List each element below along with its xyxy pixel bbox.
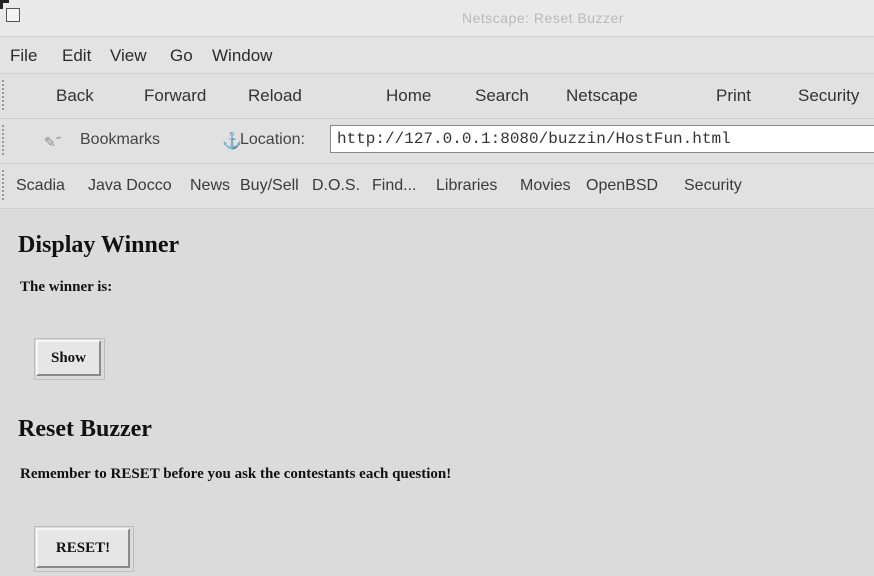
menu-edit[interactable]: Edit: [62, 46, 91, 66]
toolbar-grip[interactable]: [2, 170, 7, 200]
location-toolbar: ✎˝ Bookmarks ⚓ Location:: [0, 119, 874, 164]
bookmark-movies[interactable]: Movies: [520, 177, 571, 195]
page-content: Display Winner The winner is: Show Reset…: [0, 210, 874, 576]
bookmark-java-docco[interactable]: Java Docco: [88, 177, 172, 195]
forward-button[interactable]: Forward: [144, 86, 206, 106]
bookmarks-icon[interactable]: ✎˝: [44, 134, 60, 151]
bookmark-security[interactable]: Security: [684, 177, 742, 195]
bookmarks-button[interactable]: Bookmarks: [80, 131, 160, 149]
window-titlebar: Netscape: Reset Buzzer: [0, 0, 874, 37]
reset-buzzer-heading: Reset Buzzer: [18, 416, 152, 442]
menu-view[interactable]: View: [110, 46, 147, 66]
location-label: Location:: [240, 131, 305, 148]
bookmark-openbsd[interactable]: OpenBSD: [586, 177, 658, 195]
bookmark-libraries[interactable]: Libraries: [436, 177, 497, 195]
reset-note: Remember to RESET before you ask the con…: [20, 466, 452, 482]
bookmark-find[interactable]: Find...: [372, 177, 416, 195]
print-button[interactable]: Print: [716, 86, 751, 106]
menu-bar: File Edit View Go Window: [0, 37, 874, 74]
bookmark-dos[interactable]: D.O.S.: [312, 177, 360, 195]
toolbar-grip[interactable]: [2, 125, 7, 155]
back-button[interactable]: Back: [56, 86, 94, 106]
menu-window[interactable]: Window: [212, 46, 272, 66]
netscape-button[interactable]: Netscape: [566, 86, 638, 106]
window-title: Netscape: Reset Buzzer: [462, 10, 624, 26]
window-box-icon[interactable]: [6, 8, 20, 22]
menu-file[interactable]: File: [10, 46, 37, 66]
reload-button[interactable]: Reload: [248, 86, 302, 106]
personal-toolbar: Scadia Java Docco News Buy/Sell D.O.S. F…: [0, 164, 874, 209]
security-button[interactable]: Security: [798, 86, 859, 106]
show-button[interactable]: Show: [36, 340, 101, 376]
display-winner-heading: Display Winner: [18, 232, 180, 258]
bookmark-scadia[interactable]: Scadia: [16, 177, 65, 195]
location-icon[interactable]: ⚓: [222, 131, 242, 151]
home-button[interactable]: Home: [386, 86, 431, 106]
bookmark-news[interactable]: News: [190, 177, 230, 195]
url-input[interactable]: [330, 125, 874, 153]
search-button[interactable]: Search: [475, 86, 529, 106]
menu-go[interactable]: Go: [170, 46, 193, 66]
reset-button[interactable]: RESET!: [36, 528, 130, 568]
navigation-toolbar: Back Forward Reload Home Search Netscape…: [0, 74, 874, 119]
toolbar-grip[interactable]: [2, 80, 7, 110]
winner-label: The winner is:: [20, 279, 113, 295]
bookmark-buy-sell[interactable]: Buy/Sell: [240, 177, 299, 195]
